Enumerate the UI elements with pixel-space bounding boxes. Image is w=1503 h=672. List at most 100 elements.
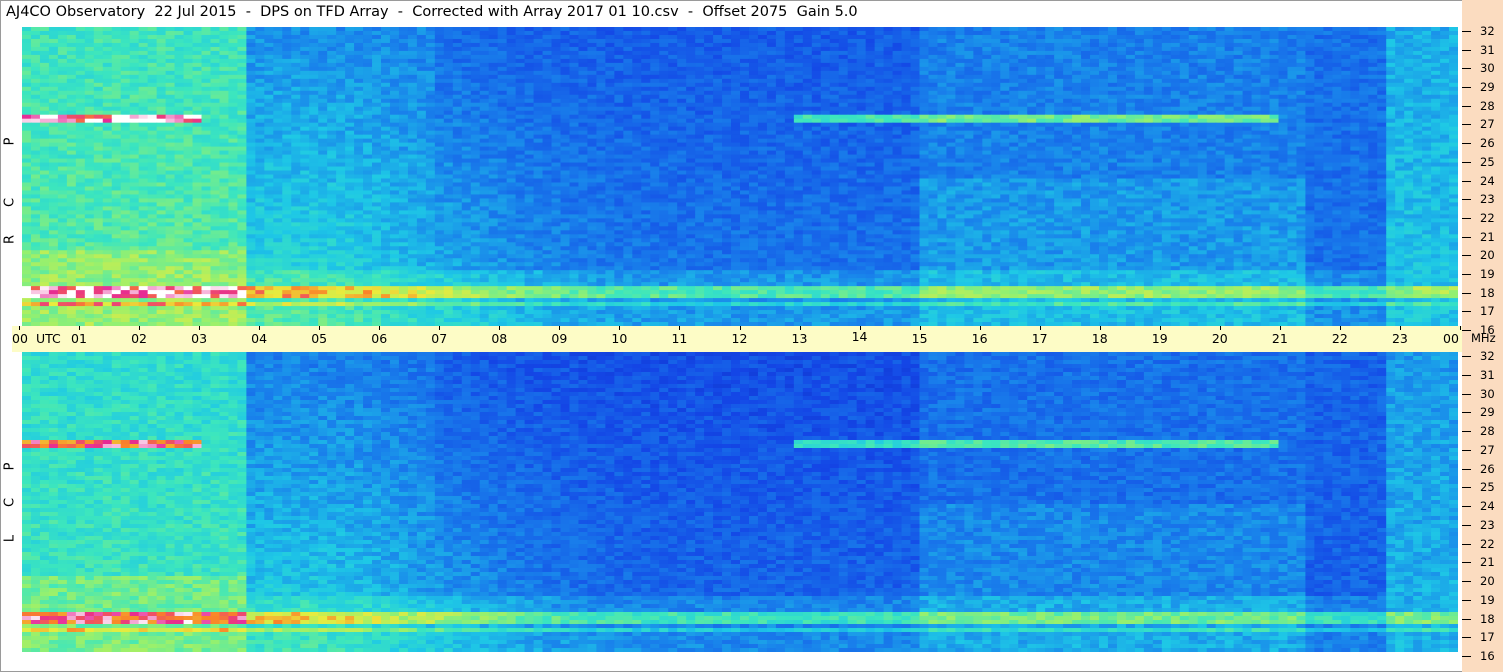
heatmap-cell [551, 122, 562, 128]
heatmap-cell [407, 102, 418, 108]
heatmap-cell [1072, 118, 1082, 124]
heatmap-cell [111, 150, 122, 156]
heatmap-cell [111, 62, 122, 68]
heatmap-cell [156, 110, 167, 116]
heatmap-cell [1305, 42, 1315, 48]
heatmap-cell [820, 54, 831, 60]
heatmap-cell [722, 62, 732, 68]
heatmap-cell [1431, 86, 1441, 92]
heatmap-cell [48, 46, 59, 52]
heatmap-cell [1332, 94, 1342, 100]
heatmap-cell [1368, 98, 1378, 104]
heatmap-cell [461, 30, 472, 36]
heatmap-cell [1018, 146, 1028, 152]
heatmap-cell [1206, 134, 1217, 140]
heatmap-cell [820, 138, 831, 144]
heatmap-cell [1323, 102, 1333, 108]
heatmap-cell [174, 142, 185, 148]
heatmap-cell [1440, 138, 1450, 144]
heatmap-cell [1161, 146, 1172, 152]
heatmap-cell [865, 134, 876, 140]
heatmap-cell [1224, 90, 1235, 96]
heatmap-cell [892, 102, 903, 108]
heatmap-cell [1081, 126, 1091, 132]
heatmap-cell [1449, 134, 1458, 140]
heatmap-cell [1377, 27, 1387, 32]
heatmap-cell [991, 110, 1001, 116]
heatmap-cell [201, 150, 212, 156]
heatmap-cell [1072, 78, 1082, 84]
heatmap-cell [533, 74, 544, 80]
heatmap-cell [1206, 126, 1217, 132]
heatmap-cell [174, 27, 185, 32]
heatmap-cell [327, 110, 337, 116]
heatmap-cell [901, 138, 912, 144]
heatmap-cell [506, 122, 517, 128]
heatmap-cell [1000, 102, 1010, 108]
heatmap-cell [147, 34, 158, 40]
heatmap-cell [542, 34, 553, 40]
heatmap-cell [416, 98, 427, 104]
heatmap-cell [1036, 38, 1046, 44]
heatmap-cell [183, 46, 194, 52]
heatmap-cell [937, 66, 948, 72]
heatmap-cell [1413, 54, 1423, 60]
heatmap-cell [695, 146, 705, 152]
heatmap-cell [443, 94, 454, 100]
heatmap-cell [1063, 66, 1073, 72]
heatmap-cell [1054, 114, 1064, 120]
heatmap-cell [1107, 94, 1118, 100]
heatmap-cell [838, 27, 849, 32]
heatmap-cell [964, 38, 974, 44]
heatmap-cell [183, 146, 194, 152]
heatmap-cell [255, 82, 265, 88]
heatmap-cell [372, 66, 382, 72]
heatmap-cell [30, 126, 41, 132]
heatmap-cell [937, 118, 948, 124]
heatmap-cell [237, 130, 247, 136]
heatmap-cell [282, 78, 292, 84]
heatmap-cell [856, 54, 867, 60]
heatmap-cell [282, 50, 292, 56]
heatmap-cell [291, 38, 301, 44]
heatmap-cell [1197, 114, 1208, 120]
heatmap-cell [524, 142, 535, 148]
heatmap-cell [901, 102, 912, 108]
heatmap-cell [1116, 126, 1127, 132]
heatmap-cell [641, 126, 651, 132]
heatmap-cell [1440, 78, 1450, 84]
heatmap-cell [748, 142, 759, 148]
heatmap-cell [1386, 34, 1396, 40]
heatmap-cell [1296, 142, 1307, 148]
heatmap-cell [1341, 70, 1351, 76]
heatmap-cell [1215, 82, 1226, 88]
heatmap-cell [363, 110, 373, 116]
heatmap-cell [309, 58, 319, 64]
heatmap-cell [75, 146, 86, 152]
heatmap-cell [1197, 98, 1208, 104]
heatmap-cell [1449, 94, 1458, 100]
heatmap-cell [1063, 130, 1073, 136]
heatmap-cell [1332, 138, 1342, 144]
heatmap-cell [793, 118, 804, 124]
heatmap-cell [336, 134, 346, 140]
heatmap-cell [461, 74, 472, 80]
heatmap-cell [1314, 118, 1324, 124]
heatmap-cell [973, 38, 983, 44]
heatmap-cell [1332, 126, 1342, 132]
heatmap-cell [1072, 90, 1082, 96]
heatmap-cell [1125, 78, 1136, 84]
heatmap-cell [111, 30, 122, 36]
heatmap-cell [318, 138, 328, 144]
heatmap-cell [1116, 27, 1127, 32]
heatmap-cell [713, 106, 723, 112]
heatmap-cell [829, 90, 840, 96]
heatmap-cell [1359, 46, 1369, 52]
heatmap-cell [1072, 30, 1082, 36]
heatmap-cell [1197, 146, 1208, 152]
heatmap-cell [291, 46, 301, 52]
heatmap-cell [820, 90, 831, 96]
heatmap-cell [874, 142, 885, 148]
heatmap-cell [1359, 82, 1369, 88]
heatmap-cell [802, 134, 813, 140]
